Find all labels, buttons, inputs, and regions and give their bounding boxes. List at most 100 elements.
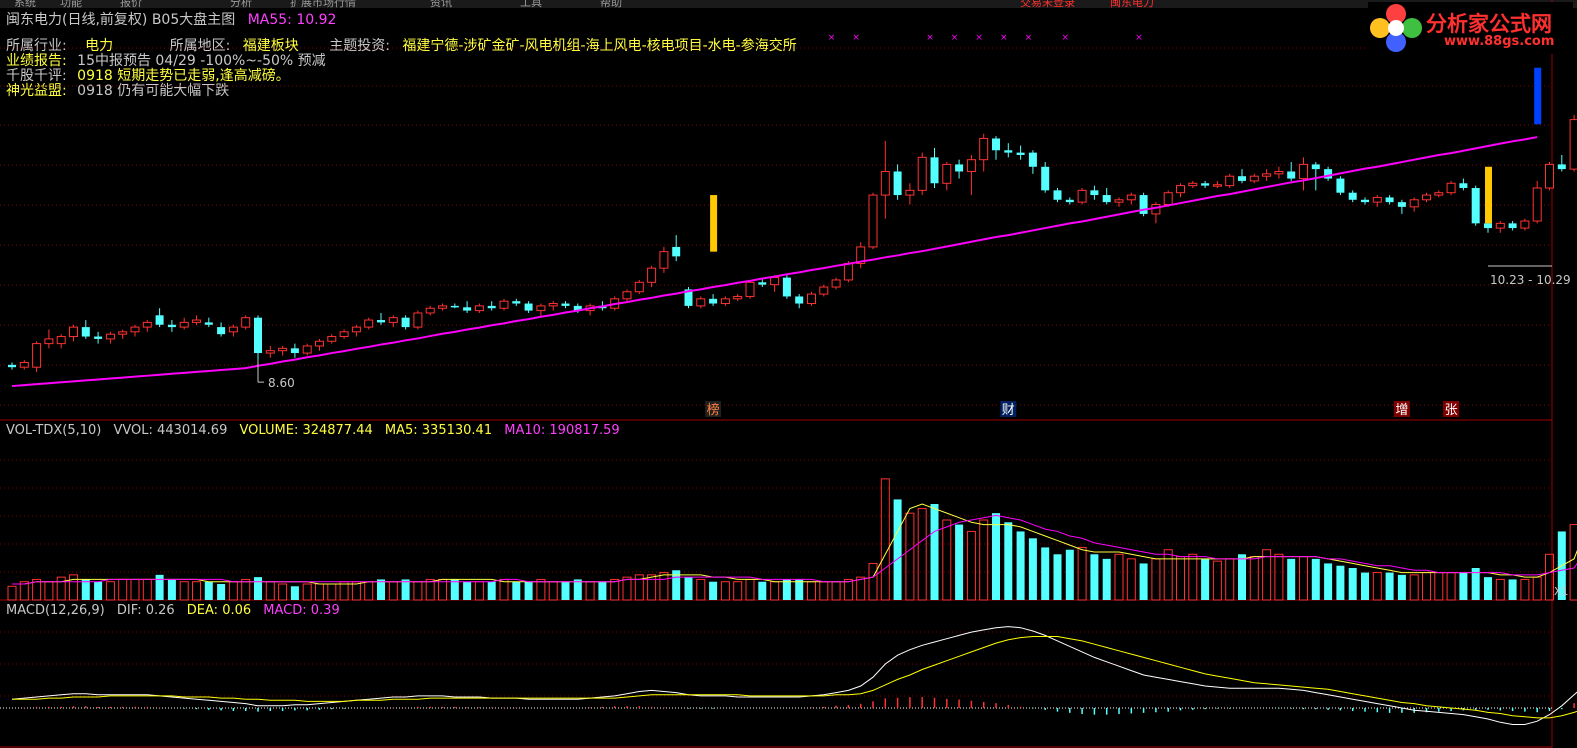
- candle-body: [254, 317, 262, 354]
- candle-body: [1557, 164, 1566, 170]
- candle-body: [204, 322, 213, 325]
- volume-bar: [512, 581, 521, 600]
- volume-panel[interactable]: [7, 445, 1577, 601]
- top-signal-mark: ×: [1062, 33, 1070, 43]
- volume-bar: [69, 574, 78, 601]
- volume-bar: [81, 579, 90, 600]
- volume-bar: [413, 581, 423, 601]
- price-panel[interactable]: [8, 39, 1577, 388]
- candle-body: [905, 189, 915, 196]
- candle-body: [1348, 192, 1357, 200]
- candle-body: [992, 138, 1000, 151]
- candle-body: [1028, 152, 1037, 167]
- candle-body: [290, 348, 299, 354]
- flower-logo-icon: [1370, 4, 1422, 52]
- candle-body: [758, 282, 767, 285]
- candle-body: [339, 331, 349, 338]
- candle-body: [377, 320, 385, 323]
- candle-body: [966, 159, 976, 172]
- volume-bar: [1102, 558, 1111, 600]
- candle-body: [917, 156, 927, 191]
- candle-body: [1287, 171, 1296, 179]
- ma55-line: [11, 136, 1538, 388]
- top-signal-mark: ×: [852, 33, 860, 43]
- macd-panel[interactable]: [11, 626, 1577, 725]
- volume-bar: [1324, 563, 1333, 600]
- candle-body: [217, 327, 226, 335]
- volume-bar: [843, 578, 853, 601]
- volume-bar: [795, 579, 804, 600]
- signal-bar: [710, 195, 718, 252]
- volume-bar: [1495, 578, 1505, 601]
- candle-body: [548, 303, 558, 307]
- volume-bar: [917, 508, 927, 601]
- volume-bar: [1188, 553, 1198, 601]
- volume-bar: [992, 513, 1000, 600]
- candle-body: [1238, 176, 1246, 181]
- candle-body: [487, 305, 496, 309]
- candle-body: [782, 277, 791, 297]
- volume-bar: [1041, 547, 1050, 600]
- candle-body: [536, 305, 546, 312]
- candle-body: [1299, 163, 1308, 180]
- candle-body: [69, 326, 78, 338]
- candle-body: [709, 298, 718, 304]
- volume-bar: [536, 578, 546, 601]
- candle-body: [228, 326, 238, 333]
- volume-bar: [1397, 574, 1406, 600]
- volume-bar: [770, 581, 780, 601]
- volume-bar: [930, 504, 939, 600]
- event-badge-zeng: 增: [1395, 403, 1408, 418]
- volume-bar: [955, 524, 964, 600]
- volume-bar: [94, 581, 103, 600]
- volume-bar: [377, 579, 385, 600]
- top-signal-mark: ×: [951, 33, 959, 43]
- volume-bar: [1212, 560, 1222, 601]
- candle-body: [56, 336, 66, 345]
- chart-canvas[interactable]: ××××××××××8.6010.23 - 10.29榜财增张X1: [0, 0, 1577, 748]
- candle-body: [647, 267, 657, 283]
- volume-bar: [1484, 577, 1492, 600]
- candle-body: [1016, 152, 1025, 155]
- candle-body: [1336, 178, 1345, 193]
- volume-bar: [1409, 574, 1419, 601]
- candle-body: [1188, 182, 1198, 187]
- volume-bar: [179, 581, 189, 601]
- logo-url[interactable]: www.88gs.com: [1444, 34, 1554, 49]
- candle-body: [524, 303, 533, 311]
- candle-body: [167, 324, 176, 328]
- chart-window: 系统 功能 报价 分析 扩展市场行情 资讯 工具 帮助 交易未登录 闽东电力 闽…: [0, 0, 1577, 748]
- candle-body: [512, 301, 521, 304]
- top-signal-mark: ×: [828, 33, 836, 43]
- volume-bar: [1151, 558, 1161, 601]
- side-label: X1: [1554, 585, 1569, 598]
- signal-bar: [1485, 166, 1492, 224]
- candle-body: [696, 298, 706, 307]
- volume-bar: [709, 581, 718, 600]
- candle-body: [720, 298, 730, 305]
- volume-bar: [1532, 576, 1542, 601]
- volume-bar: [327, 583, 337, 601]
- candle-body: [19, 361, 29, 368]
- candle-body: [1484, 223, 1492, 229]
- candle-body: [795, 296, 804, 304]
- candle-body: [880, 170, 890, 196]
- candle-body: [1446, 182, 1456, 194]
- candle-body: [192, 319, 201, 323]
- volume-bar: [856, 576, 866, 601]
- volume-bar: [1569, 524, 1577, 601]
- candle-body: [930, 157, 939, 184]
- volume-bar: [56, 576, 66, 601]
- volume-bar: [868, 562, 878, 601]
- volume-bar: [1299, 556, 1308, 601]
- volume-bar: [44, 581, 54, 601]
- volume-bar: [1139, 563, 1148, 600]
- candle-body: [1041, 166, 1050, 191]
- candle-body: [807, 293, 816, 305]
- candle-body: [94, 336, 103, 339]
- volume-bar: [1028, 538, 1037, 600]
- dea-line: [12, 636, 1577, 719]
- candle-body: [1397, 202, 1406, 207]
- candle-body: [81, 327, 90, 337]
- candle-body: [1459, 183, 1468, 188]
